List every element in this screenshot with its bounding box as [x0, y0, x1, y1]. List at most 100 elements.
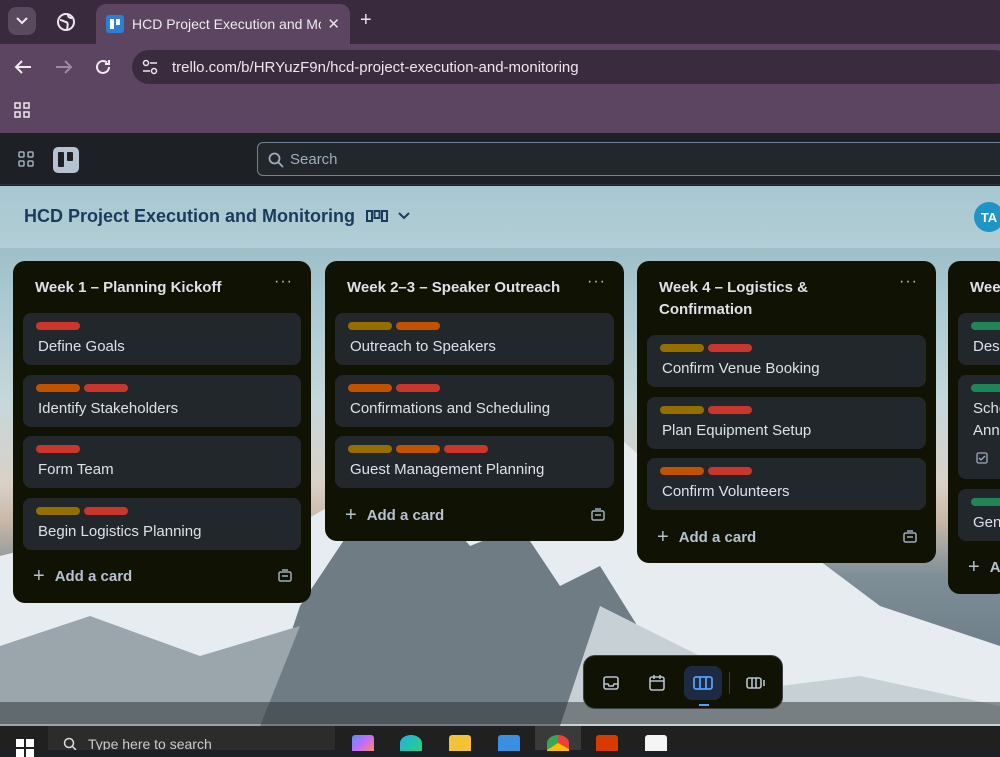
avatar[interactable]: TA [974, 202, 1000, 232]
card-title: Guest Management Planning [350, 461, 545, 478]
label-orange[interactable] [396, 322, 440, 330]
card-labels[interactable] [36, 445, 80, 453]
label-yellow[interactable] [348, 322, 392, 330]
board-view-icon[interactable] [366, 208, 388, 226]
app-switcher-icon[interactable] [18, 151, 34, 167]
windows-start-icon[interactable] [16, 739, 34, 757]
card[interactable]: Identify Stakeholders [23, 375, 301, 427]
add-card-button[interactable]: + A [968, 556, 1000, 579]
board-title[interactable]: HCD Project Execution and Monitoring [24, 206, 355, 227]
card-labels[interactable] [348, 384, 440, 392]
card-labels[interactable] [36, 322, 80, 330]
forward-arrow-icon[interactable] [55, 59, 73, 75]
list-title[interactable]: Week 4 – Logistics & Confirmation [637, 261, 936, 321]
file-explorer-icon[interactable] [449, 735, 471, 751]
new-tab-button[interactable]: + [360, 9, 372, 32]
label-orange[interactable] [396, 445, 440, 453]
card-title: Des [973, 338, 1000, 355]
card[interactable]: Define Goals [23, 313, 301, 365]
card[interactable]: Guest Management Planning [335, 436, 614, 488]
close-tab-icon[interactable]: ✕ [327, 15, 340, 33]
card-labels[interactable] [36, 507, 128, 515]
back-arrow-icon[interactable] [14, 59, 32, 75]
label-red[interactable] [708, 406, 752, 414]
address-bar[interactable]: trello.com/b/HRYuzF9n/hcd-project-execut… [132, 50, 1000, 84]
list-title[interactable]: Week 2–3 – Speaker Outreach [325, 261, 624, 299]
label-yellow[interactable] [36, 507, 80, 515]
inbox-button[interactable] [592, 666, 630, 700]
card-labels[interactable] [971, 322, 1000, 330]
label-yellow[interactable] [348, 445, 392, 453]
office-icon[interactable] [596, 735, 618, 751]
label-yellow[interactable] [660, 406, 704, 414]
list-menu-icon[interactable]: ··· [899, 273, 918, 291]
label-red[interactable] [84, 384, 128, 392]
search-input[interactable]: Search [257, 142, 1000, 176]
card-labels[interactable] [971, 498, 1000, 506]
taskbar-search-input[interactable]: Type here to search [48, 726, 335, 750]
planner-button[interactable] [638, 666, 676, 700]
list-menu-icon[interactable]: ··· [587, 273, 606, 291]
add-card-button[interactable]: + Add a card [657, 526, 756, 549]
card-labels[interactable] [660, 344, 752, 352]
trello-logo-icon[interactable] [53, 147, 79, 173]
globe-icon[interactable] [56, 12, 76, 32]
card[interactable]: Outreach to Speakers [335, 313, 614, 365]
card-labels[interactable] [36, 384, 128, 392]
card[interactable]: Confirmations and Scheduling [335, 375, 614, 427]
card-labels[interactable] [971, 384, 1000, 392]
apps-grid-icon[interactable] [14, 102, 30, 118]
board-icon [693, 676, 713, 690]
card-labels[interactable] [660, 467, 752, 475]
card[interactable]: Plan Equipment Setup [647, 397, 926, 449]
label-red[interactable] [36, 445, 80, 453]
label-red[interactable] [708, 467, 752, 475]
solitaire-icon[interactable] [645, 735, 667, 751]
label-green[interactable] [971, 322, 1000, 330]
label-red[interactable] [84, 507, 128, 515]
label-green[interactable] [971, 384, 1000, 392]
card-labels[interactable] [660, 406, 752, 414]
tab-search-button[interactable] [8, 7, 36, 35]
card[interactable]: Sche Ann [958, 375, 1000, 479]
card[interactable]: Confirm Venue Booking [647, 335, 926, 387]
label-red[interactable] [708, 344, 752, 352]
label-green[interactable] [971, 498, 1000, 506]
card[interactable]: Des [958, 313, 1000, 365]
add-card-button[interactable]: + Add a card [33, 565, 132, 588]
reload-icon[interactable] [94, 58, 112, 76]
card-labels[interactable] [348, 322, 440, 330]
card[interactable]: Confirm Volunteers [647, 458, 926, 510]
card-template-icon[interactable] [277, 569, 293, 583]
calendar-icon [649, 675, 665, 691]
board-horizontal-scrollbar[interactable] [0, 702, 1000, 724]
label-orange[interactable] [348, 384, 392, 392]
card-template-icon[interactable] [590, 508, 606, 522]
label-red[interactable] [396, 384, 440, 392]
label-red[interactable] [36, 322, 80, 330]
browser-tab-active[interactable]: HCD Project Execution and Mon ✕ [96, 4, 350, 44]
card[interactable]: Begin Logistics Planning [23, 498, 301, 550]
list-menu-icon[interactable]: ··· [274, 273, 293, 291]
card-title: Identify Stakeholders [38, 400, 179, 417]
card-template-icon[interactable] [902, 530, 918, 544]
microsoft-store-icon[interactable] [498, 735, 520, 751]
card[interactable]: Form Team [23, 436, 301, 488]
label-red[interactable] [444, 445, 488, 453]
list-title[interactable]: Week 1 – Planning Kickoff [13, 261, 311, 299]
windows-taskbar: Type here to search [0, 726, 1000, 757]
card[interactable]: Gen [958, 489, 1000, 541]
board-view-button[interactable] [684, 666, 722, 700]
site-settings-icon[interactable] [142, 59, 158, 75]
list-title[interactable]: Wee [948, 261, 1000, 299]
switch-boards-button[interactable] [737, 666, 775, 700]
copilot-icon[interactable] [352, 735, 374, 751]
label-yellow[interactable] [660, 344, 704, 352]
card-labels[interactable] [348, 445, 488, 453]
edge-browser-icon[interactable] [400, 735, 422, 751]
chrome-icon[interactable] [547, 735, 569, 751]
label-orange[interactable] [36, 384, 80, 392]
chevron-down-icon[interactable] [397, 210, 411, 222]
label-orange[interactable] [660, 467, 704, 475]
add-card-button[interactable]: + Add a card [345, 504, 444, 527]
